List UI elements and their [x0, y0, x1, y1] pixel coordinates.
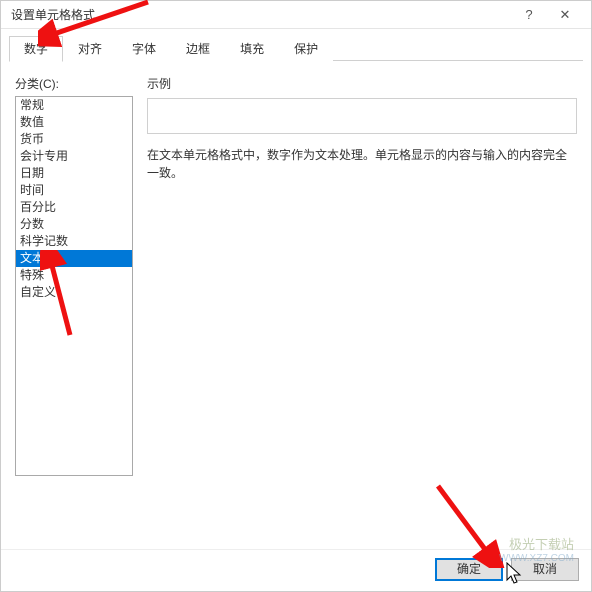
list-item[interactable]: 百分比 [16, 199, 132, 216]
list-item[interactable]: 自定义 [16, 284, 132, 301]
close-icon: ✕ [560, 7, 571, 23]
category-listbox[interactable]: 常规 数值 货币 会计专用 日期 时间 百分比 分数 科学记数 文本 特殊 自定… [15, 96, 133, 476]
tab-border[interactable]: 边框 [171, 36, 225, 62]
list-item[interactable]: 日期 [16, 165, 132, 182]
tab-number[interactable]: 数字 [9, 36, 63, 62]
tab-protection[interactable]: 保护 [279, 36, 333, 62]
list-item-selected[interactable]: 文本 [16, 250, 132, 267]
list-item[interactable]: 特殊 [16, 267, 132, 284]
detail-panel: 示例 在文本单元格格式中，数字作为文本处理。单元格显示的内容与输入的内容完全一致… [147, 75, 577, 543]
cancel-button[interactable]: 取消 [511, 558, 579, 581]
list-item[interactable]: 数值 [16, 114, 132, 131]
titlebar: 设置单元格格式 ? ✕ [1, 1, 591, 29]
help-button[interactable]: ? [511, 3, 547, 27]
list-item[interactable]: 时间 [16, 182, 132, 199]
close-button[interactable]: ✕ [547, 3, 583, 27]
list-item[interactable]: 分数 [16, 216, 132, 233]
tab-font[interactable]: 字体 [117, 36, 171, 62]
category-panel: 分类(C): 常规 数值 货币 会计专用 日期 时间 百分比 分数 科学记数 文… [15, 75, 133, 543]
list-item[interactable]: 常规 [16, 97, 132, 114]
sample-box [147, 98, 577, 134]
tab-body: 分类(C): 常规 数值 货币 会计专用 日期 时间 百分比 分数 科学记数 文… [9, 61, 583, 549]
list-item[interactable]: 科学记数 [16, 233, 132, 250]
dialog-title: 设置单元格格式 [11, 6, 511, 23]
format-cells-dialog: 设置单元格格式 ? ✕ 数字 对齐 字体 边框 填充 保护 分类(C): 常规 … [0, 0, 592, 592]
tab-strip: 数字 对齐 字体 边框 填充 保护 [9, 35, 583, 61]
tab-fill[interactable]: 填充 [225, 36, 279, 62]
list-item[interactable]: 会计专用 [16, 148, 132, 165]
dialog-content: 数字 对齐 字体 边框 填充 保护 分类(C): 常规 数值 货币 会计专用 日… [1, 29, 591, 549]
tab-alignment[interactable]: 对齐 [63, 36, 117, 62]
format-description: 在文本单元格格式中，数字作为文本处理。单元格显示的内容与输入的内容完全一致。 [147, 140, 577, 182]
list-item[interactable]: 货币 [16, 131, 132, 148]
dialog-footer: 确定 取消 [1, 549, 591, 591]
help-icon: ? [525, 7, 532, 22]
category-label: 分类(C): [15, 75, 133, 92]
ok-button[interactable]: 确定 [435, 558, 503, 581]
sample-label: 示例 [147, 75, 577, 92]
